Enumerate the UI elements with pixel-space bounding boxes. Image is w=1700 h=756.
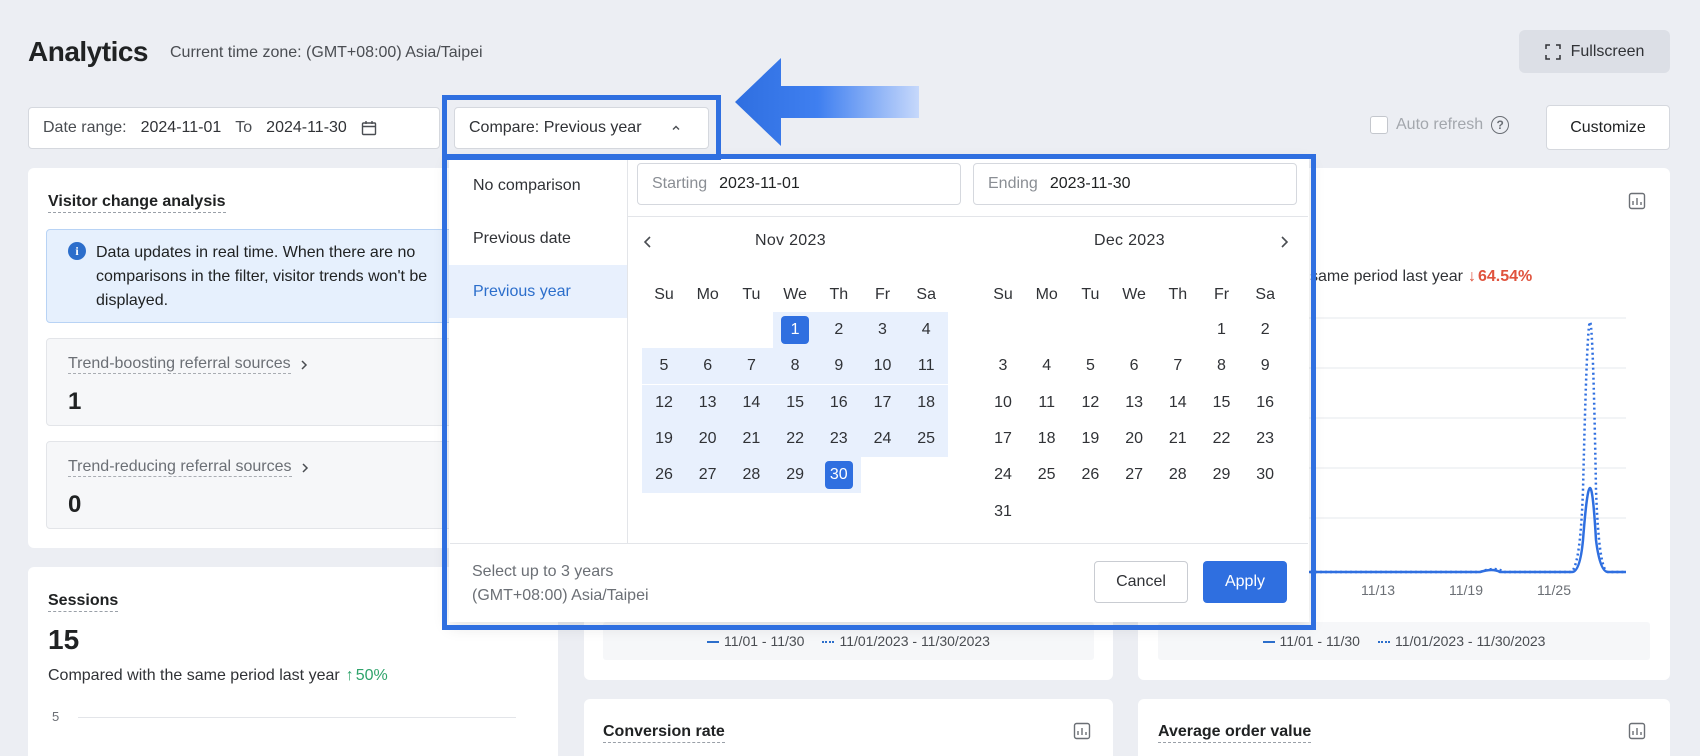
timezone-label: Current time zone: (GMT+08:00) Asia/Taip… bbox=[170, 44, 483, 61]
fullscreen-icon bbox=[1544, 43, 1561, 60]
sessions-y-tick: 5 bbox=[52, 709, 60, 724]
highlight-box-compare bbox=[442, 95, 721, 160]
customize-button[interactable]: Customize bbox=[1546, 105, 1670, 150]
arrow-up-icon: ↑ bbox=[345, 667, 354, 684]
series-previous-line bbox=[1300, 320, 1626, 574]
chart-icon[interactable] bbox=[1628, 722, 1646, 740]
legend-current: 11/01 - 11/30 bbox=[724, 633, 805, 649]
fullscreen-label: Fullscreen bbox=[1570, 42, 1645, 60]
info-text: Data updates in real time. When there ar… bbox=[96, 244, 428, 309]
date-range-label: Date range: bbox=[43, 119, 127, 136]
reducing-value: 0 bbox=[68, 491, 82, 518]
boosting-link[interactable]: Trend-boosting referral sources bbox=[68, 355, 291, 374]
date-end[interactable]: 2024-11-30 bbox=[266, 119, 347, 137]
sessions-change: 50% bbox=[355, 667, 388, 684]
arrow-down-icon: ↓ bbox=[1467, 268, 1476, 285]
chart-icon[interactable] bbox=[1628, 192, 1646, 210]
sessions-compare-text: Compared with the same period last year bbox=[48, 667, 340, 684]
info-icon: i bbox=[68, 242, 86, 260]
chevron-right-icon bbox=[301, 359, 307, 370]
legend-current: 11/01 - 11/30 bbox=[1279, 633, 1360, 649]
visitor-card-title: Visitor change analysis bbox=[48, 193, 226, 213]
page-title: Analytics bbox=[28, 36, 149, 67]
auto-refresh[interactable]: Auto refresh ? bbox=[1370, 116, 1510, 134]
sessions-value: 15 bbox=[48, 624, 80, 655]
gridline bbox=[78, 717, 516, 718]
fullscreen-button[interactable]: Fullscreen bbox=[1519, 30, 1670, 73]
to-label: To bbox=[235, 119, 253, 136]
x-tick: 11/19 bbox=[1449, 582, 1483, 598]
aov-title: Average order value bbox=[1158, 723, 1312, 743]
calendar-icon[interactable] bbox=[361, 120, 377, 136]
x-tick: 11/25 bbox=[1537, 582, 1571, 598]
auto-refresh-checkbox[interactable] bbox=[1370, 116, 1388, 134]
legend-previous: 11/01/2023 - 11/30/2023 bbox=[839, 633, 990, 649]
sessions-title: Sessions bbox=[48, 592, 119, 612]
right-change: 64.54% bbox=[1477, 268, 1533, 285]
boosting-value: 1 bbox=[68, 388, 82, 415]
conversion-title: Conversion rate bbox=[603, 723, 725, 743]
chevron-right-icon bbox=[301, 462, 308, 473]
right-compare-text: same period last year bbox=[1310, 268, 1463, 285]
arrow-left-icon bbox=[735, 58, 919, 146]
date-start[interactable]: 2024-11-01 bbox=[141, 119, 222, 137]
chart-icon[interactable] bbox=[1073, 722, 1091, 740]
highlight-box-dropdown bbox=[442, 154, 1316, 630]
help-icon[interactable]: ? bbox=[1491, 116, 1510, 134]
legend-previous: 11/01/2023 - 11/30/2023 bbox=[1394, 633, 1546, 649]
right-line-chart bbox=[1300, 317, 1626, 574]
reducing-link[interactable]: Trend-reducing referral sources bbox=[68, 458, 292, 477]
date-range-picker[interactable]: Date range: 2024-11-01 To 2024-11-30 bbox=[28, 107, 440, 149]
auto-refresh-label: Auto refresh bbox=[1396, 116, 1484, 133]
x-tick: 11/13 bbox=[1361, 582, 1395, 598]
